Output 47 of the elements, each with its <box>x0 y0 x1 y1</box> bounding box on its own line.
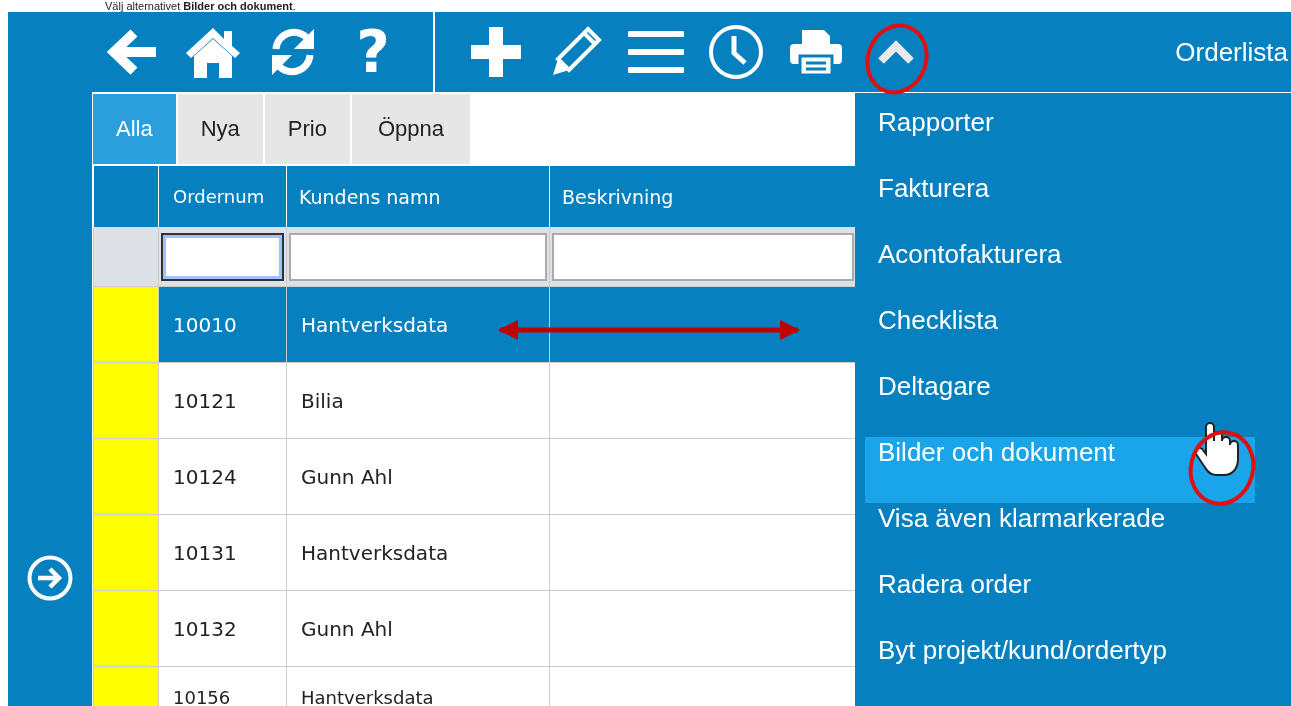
menu-item[interactable]: Deltagare <box>865 371 1255 437</box>
menu-item[interactable]: Acontofakturera <box>865 239 1255 305</box>
table-cell: Hantverksdata <box>286 286 550 363</box>
table-row[interactable]: 10156 Hantverksdata <box>93 666 855 706</box>
printer-icon <box>788 28 844 76</box>
table-cell: 10124 <box>158 438 287 515</box>
home-icon <box>184 25 242 79</box>
pencil-icon <box>550 26 602 78</box>
table-row[interactable]: 10131 Hantverksdata <box>93 514 855 591</box>
chevron-up-icon <box>878 40 914 64</box>
tab[interactable]: Nya <box>177 94 263 164</box>
table-cell: 10121 <box>158 362 287 439</box>
table-row[interactable]: 10010 Hantverksdata <box>93 286 855 363</box>
menu-icon <box>628 30 684 74</box>
menu-item[interactable]: Radera order <box>865 569 1255 635</box>
filter-field[interactable] <box>552 232 854 281</box>
table-cell: Gunn Ahl <box>286 590 550 667</box>
menu-item[interactable]: Visa även klarmarkerade <box>865 503 1255 569</box>
filter-field[interactable] <box>161 232 284 281</box>
table-cell: 10132 <box>158 590 287 667</box>
menu-item[interactable]: Byt projekt/kund/ordertyp <box>865 635 1255 701</box>
page-title: Orderlista <box>1175 36 1288 68</box>
menu-item[interactable]: Bilder och dokument <box>865 437 1255 503</box>
table-cell: 10010 <box>158 286 287 363</box>
column-header[interactable]: Ordernum <box>158 166 287 227</box>
filter-field[interactable] <box>289 232 547 281</box>
menu-item[interactable]: Fakturera <box>865 173 1255 239</box>
plus-icon <box>469 25 523 79</box>
tab[interactable]: Alla <box>93 94 176 164</box>
table-cell: Hantverksdata <box>286 514 550 591</box>
table-cell: Bilia <box>286 362 550 439</box>
menu-item[interactable]: Checklista <box>865 305 1255 371</box>
column-header[interactable]: Beskrivning <box>549 166 855 227</box>
tab[interactable]: Prio <box>264 94 350 164</box>
annotation-circle <box>865 23 929 95</box>
arrow-circle-right-icon[interactable] <box>27 555 73 601</box>
table-row[interactable]: 10132 Gunn Ahl <box>93 590 855 667</box>
table-row[interactable]: 10121 Bilia <box>93 362 855 439</box>
instruction-text: Välj alternativet Bilder och dokument. <box>104 0 297 12</box>
column-header[interactable]: Kundens namn <box>286 166 550 227</box>
hand-cursor-icon <box>1194 422 1239 476</box>
clock-icon <box>708 24 764 80</box>
menu-item[interactable]: Rapporter <box>865 107 1255 173</box>
table-cell: Gunn Ahl <box>286 438 550 515</box>
help-button[interactable]: ? <box>333 12 413 92</box>
table-row[interactable]: 10124 Gunn Ahl <box>93 438 855 515</box>
table-cell: 10131 <box>158 514 287 591</box>
